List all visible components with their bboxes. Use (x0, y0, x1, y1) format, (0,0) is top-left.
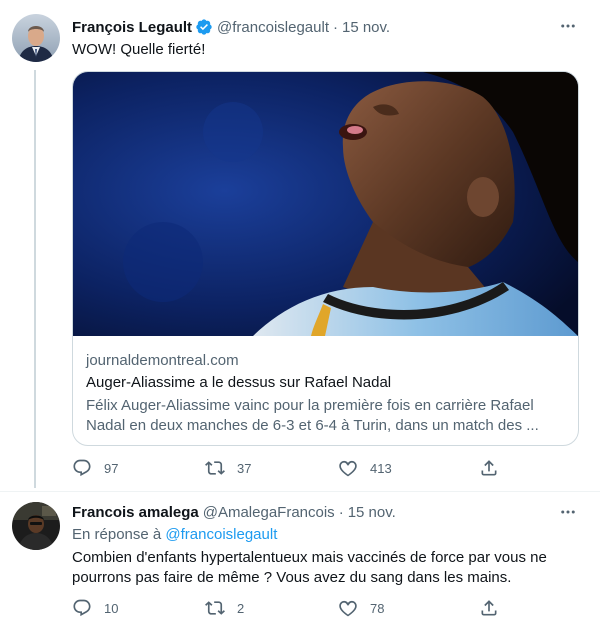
card-image (73, 72, 578, 336)
tweet-header: Francois amalega @AmalegaFrancois · 15 n… (72, 504, 396, 521)
separator-dot: · (338, 504, 344, 521)
avatar-francois-legault[interactable] (12, 14, 60, 62)
tweet-francois-amalega[interactable]: Francois amalega @AmalegaFrancois · 15 n… (0, 492, 600, 631)
card-title: Auger-Aliassime a le dessus sur Rafael N… (86, 374, 392, 391)
like-button[interactable]: 78 (338, 598, 384, 618)
retweet-icon (205, 598, 225, 618)
like-button[interactable]: 413 (338, 458, 392, 478)
more-icon[interactable] (558, 502, 578, 522)
separator-dot: · (332, 18, 338, 36)
reply-icon (72, 458, 92, 478)
retweet-count: 37 (237, 460, 252, 476)
verified-icon (195, 18, 213, 36)
share-button[interactable] (479, 598, 499, 618)
card-description: Félix Auger-Aliassime vainc pour la prem… (86, 397, 539, 434)
tweet-text: WOW! Quelle fierté! (72, 41, 206, 58)
retweet-icon (205, 458, 225, 478)
link-card[interactable]: journaldemontreal.com Auger-Aliassime a … (72, 71, 579, 446)
share-icon (479, 458, 499, 478)
tweet-text-line: pourrons pas faire de même ? Vous avez d… (72, 569, 512, 586)
like-count: 413 (370, 460, 392, 476)
more-icon[interactable] (558, 16, 578, 36)
retweet-button[interactable]: 37 (205, 458, 251, 478)
avatar-francois-amalega[interactable] (12, 502, 60, 550)
reply-button[interactable]: 97 (72, 458, 118, 478)
retweet-count: 2 (237, 600, 245, 616)
card-domain: journaldemontreal.com (86, 352, 239, 369)
tweet-header: François Legault @francoislegault · 15 n… (72, 18, 390, 36)
tweet-text: Combien d'enfants hypertalentueux mais v… (72, 548, 547, 588)
author-name[interactable]: Francois amalega (72, 504, 199, 521)
reply-count: 97 (104, 460, 119, 476)
share-icon (479, 598, 499, 618)
reply-context: En réponse à @francoislegault (72, 526, 277, 543)
tweet-timestamp[interactable]: 15 nov. (348, 504, 396, 521)
reply-count: 10 (104, 600, 119, 616)
tweet-francois-legault[interactable]: François Legault @francoislegault · 15 n… (0, 0, 600, 492)
reply-icon (72, 598, 92, 618)
tweet-timestamp[interactable]: 15 nov. (342, 19, 390, 36)
like-icon (338, 598, 358, 618)
tweet-text-line: Combien d'enfants hypertalentueux mais v… (72, 549, 547, 566)
reply-button[interactable]: 10 (72, 598, 118, 618)
author-name[interactable]: François Legault (72, 19, 192, 36)
share-button[interactable] (479, 458, 499, 478)
reply-to-link[interactable]: @francoislegault (165, 526, 277, 543)
author-handle[interactable]: @francoislegault (217, 19, 329, 36)
reply-prefix: En réponse à (72, 526, 162, 543)
retweet-button[interactable]: 2 (205, 598, 244, 618)
like-icon (338, 458, 358, 478)
like-count: 78 (370, 600, 385, 616)
author-handle[interactable]: @AmalegaFrancois (203, 504, 335, 521)
thread-connector-line (34, 70, 36, 488)
